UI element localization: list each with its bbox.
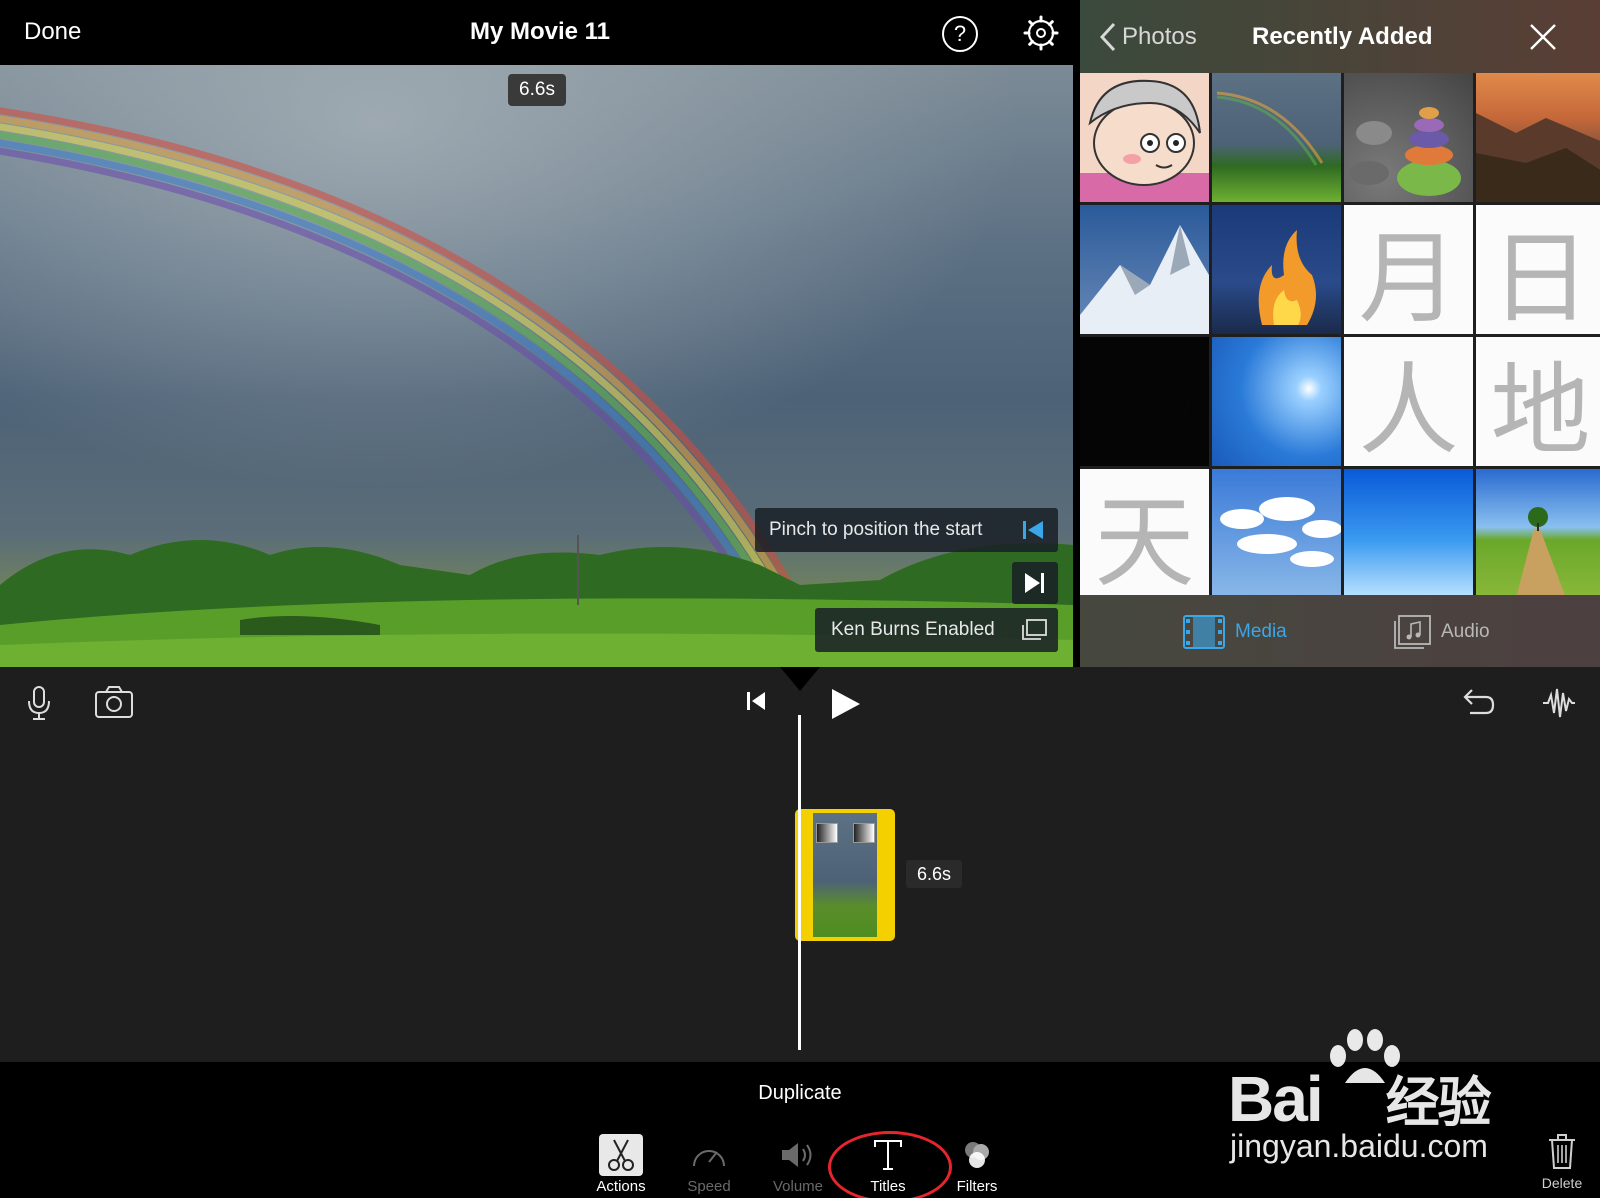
thumbnail-bonfire[interactable]	[1212, 205, 1341, 334]
audio-tab-label: Audio	[1441, 621, 1490, 642]
thumbnail-character-text: 月	[1358, 220, 1459, 334]
media-tab-label: Media	[1235, 621, 1287, 642]
speedometer-icon	[687, 1134, 731, 1176]
thumbnail-character[interactable]: 天	[1080, 469, 1209, 598]
ken-burns-icon	[1020, 618, 1048, 642]
thumbnail-crescent-moon[interactable]	[1080, 337, 1209, 466]
thumbnail-character-text: 地	[1490, 352, 1591, 466]
undo-button[interactable]	[1462, 687, 1496, 724]
thumbnail-clouds[interactable]	[1212, 469, 1341, 598]
skip-to-start-icon[interactable]	[1022, 520, 1044, 540]
media-audio-segmented-control: Media Audio	[1080, 595, 1600, 667]
scissors-icon	[599, 1134, 643, 1176]
thumbnail-cartoon[interactable]	[1080, 73, 1209, 202]
album-title: Recently Added	[1252, 23, 1433, 50]
clip-duration-badge: 6.6s	[906, 860, 962, 888]
titles-highlight-ring	[828, 1131, 952, 1198]
skip-back-icon	[747, 692, 765, 710]
thumbnail-character-text: 天	[1094, 484, 1195, 598]
thumbnail-character[interactable]: 月	[1344, 205, 1473, 334]
pinch-hint-text: Pinch to position the start	[769, 519, 983, 540]
photo-grid: 月 日 人 地 天	[1080, 73, 1600, 598]
gear-icon	[1023, 15, 1059, 51]
delete-tool[interactable]: Delete	[1532, 1134, 1592, 1191]
duration-badge: 6.6s	[508, 74, 566, 106]
camera-button[interactable]	[94, 685, 134, 724]
voiceover-button[interactable]	[26, 685, 52, 726]
film-strip-icon	[1183, 615, 1225, 649]
camera-icon	[95, 686, 133, 718]
thumbnail-character[interactable]: 日	[1476, 205, 1600, 334]
thumbnail-canyon[interactable]	[1476, 73, 1600, 202]
playhead	[798, 715, 801, 1050]
photo-browser: Photos Recently Added 月 日 人 地 天 Media Au…	[1080, 0, 1600, 667]
ken-burns-toggle[interactable]: Ken Burns Enabled	[815, 608, 1058, 652]
skip-to-end-button[interactable]	[1012, 562, 1058, 604]
close-icon	[1530, 24, 1556, 50]
rainbow-landscape-image	[0, 65, 1073, 667]
thumbnail-character-text: 人	[1358, 352, 1459, 466]
skip-to-end-icon	[1025, 573, 1044, 593]
speed-tool[interactable]: Speed	[669, 1134, 749, 1195]
thumbnail-character-text: 日	[1490, 220, 1591, 334]
movie-title: My Movie 11	[469, 18, 611, 45]
actions-label: Actions	[596, 1178, 646, 1195]
microphone-icon	[28, 686, 50, 720]
thumbnail-rainbow-field[interactable]	[1212, 73, 1341, 202]
volume-label: Volume	[772, 1178, 824, 1195]
ken-burns-label: Ken Burns Enabled	[831, 619, 995, 640]
music-note-icon	[1394, 615, 1431, 649]
audio-waveform-button[interactable]	[1542, 685, 1576, 726]
media-tab[interactable]: Media	[1183, 615, 1287, 649]
pinch-hint: Pinch to position the start	[755, 508, 1058, 552]
transition-handle-right[interactable]	[853, 823, 875, 843]
speaker-icon	[776, 1134, 820, 1176]
video-clip[interactable]	[795, 809, 895, 941]
bottom-toolbar: Duplicate Actions Speed Volume Titles Fi…	[0, 1062, 1600, 1198]
thumbnail-character[interactable]: 地	[1476, 337, 1600, 466]
duplicate-action[interactable]: Duplicate	[0, 1082, 1600, 1105]
delete-label: Delete	[1541, 1175, 1583, 1191]
editor-top-bar: Done My Movie 11 ?	[0, 0, 1080, 65]
play-icon	[832, 689, 860, 719]
speed-label: Speed	[687, 1178, 731, 1195]
thumbnail-stacked-stones[interactable]	[1344, 73, 1473, 202]
rewind-to-start-button[interactable]	[744, 689, 768, 718]
thumbnail-sun-sky[interactable]	[1212, 337, 1341, 466]
filters-tool[interactable]: Filters	[937, 1134, 1017, 1195]
video-preview[interactable]: 6.6s Pinch to position the start Ken Bur…	[0, 65, 1073, 667]
browser-header: Photos Recently Added	[1080, 0, 1600, 73]
settings-button[interactable]	[1022, 14, 1060, 52]
play-button[interactable]	[830, 687, 862, 726]
filters-icon	[955, 1134, 999, 1176]
actions-tool[interactable]: Actions	[581, 1134, 661, 1195]
timeline[interactable]: 6.6s	[0, 667, 1600, 1062]
volume-tool[interactable]: Volume	[758, 1134, 838, 1195]
back-label: Photos	[1122, 23, 1197, 50]
waveform-icon	[1543, 688, 1575, 718]
filters-label: Filters	[956, 1178, 998, 1195]
trash-icon	[1549, 1134, 1575, 1169]
thumbnail-blue-sky[interactable]	[1344, 469, 1473, 598]
thumbnail-character[interactable]: 人	[1344, 337, 1473, 466]
playhead-marker	[780, 667, 820, 691]
close-browser-button[interactable]	[1528, 22, 1558, 52]
thumbnail-country-road[interactable]	[1476, 469, 1600, 598]
help-button[interactable]: ?	[942, 16, 978, 52]
back-to-photos-button[interactable]: Photos	[1100, 20, 1197, 54]
thumbnail-snowy-mountain[interactable]	[1080, 205, 1209, 334]
transition-handle-left[interactable]	[816, 823, 838, 843]
undo-icon	[1463, 689, 1495, 715]
chevron-left-icon	[1100, 22, 1116, 52]
audio-tab[interactable]: Audio	[1393, 615, 1490, 649]
